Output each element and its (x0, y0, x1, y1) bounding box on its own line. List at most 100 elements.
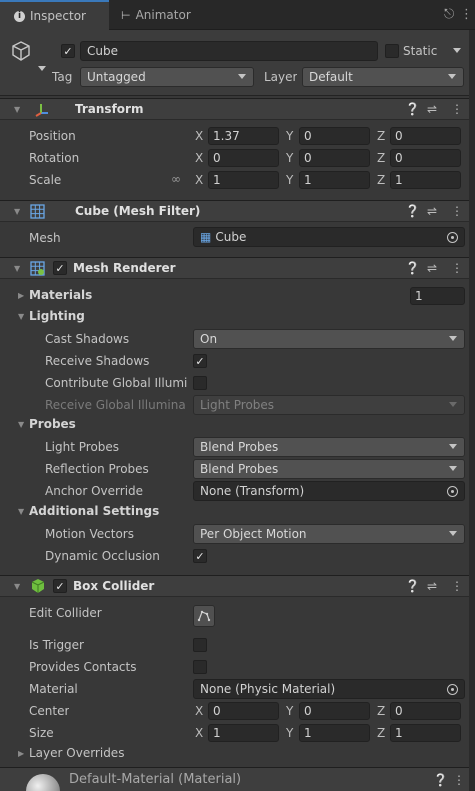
help-icon[interactable]: ❔ (405, 579, 420, 593)
tab-inspector[interactable]: i Inspector (0, 0, 109, 30)
rotation-x-field[interactable]: 0 (208, 149, 279, 167)
mesh-row: Mesh ▦ Cube (0, 227, 475, 249)
cast-shadows-dropdown[interactable]: On (193, 329, 465, 349)
help-icon[interactable]: ❔ (405, 204, 420, 218)
tag-dropdown[interactable]: Untagged (80, 67, 254, 87)
axis-x-label[interactable]: X (195, 151, 203, 165)
axis-z-label[interactable]: Z (377, 704, 385, 718)
axis-x-label[interactable]: X (195, 129, 203, 143)
static-dropdown-caret[interactable] (453, 48, 461, 53)
icon-dropdown-caret[interactable] (38, 66, 46, 71)
probes-row[interactable]: ▼ Probes (0, 415, 475, 435)
size-y-field[interactable]: 1 (299, 724, 370, 742)
probes-label: Probes (29, 417, 76, 431)
gameobject-name-field[interactable]: Cube (80, 41, 378, 61)
material-header[interactable]: Default-Material (Material) ❔ ⋮ (0, 767, 475, 791)
transform-header[interactable]: ▼ Transform ❔ ⇌ ⋮ (0, 98, 475, 120)
kebab-menu-icon[interactable]: ⋮ (451, 102, 463, 116)
additional-settings-row[interactable]: ▼ Additional Settings (0, 502, 475, 522)
axis-y-label[interactable]: Y (286, 151, 293, 165)
receive-shadows-toggle[interactable]: ✓ (193, 354, 207, 368)
mesh-renderer-header[interactable]: ▼ ✓ Mesh Renderer ❔ ⇌ ⋮ (0, 257, 475, 279)
kebab-menu-icon[interactable]: ⋮ (453, 773, 465, 787)
foldout-arrow-icon[interactable]: ▼ (14, 105, 20, 114)
scale-x-field[interactable]: 1 (208, 171, 279, 189)
help-icon[interactable]: ❔ (405, 102, 420, 116)
foldout-arrow-icon[interactable]: ▼ (14, 207, 20, 216)
lock-icon[interactable]: ⎋ (444, 7, 454, 22)
scale-y-field[interactable]: 1 (299, 171, 370, 189)
kebab-menu-icon[interactable]: ⋮ (460, 7, 473, 22)
axis-y-label[interactable]: Y (286, 173, 293, 187)
provides-contacts-toggle[interactable] (193, 660, 207, 674)
center-x-field[interactable]: 0 (208, 702, 279, 720)
help-icon[interactable]: ❔ (433, 773, 448, 787)
scale-z-field[interactable]: 1 (390, 171, 461, 189)
dynamic-occlusion-toggle[interactable]: ✓ (193, 549, 207, 563)
axis-x-label[interactable]: X (195, 173, 203, 187)
size-x-field[interactable]: 1 (208, 724, 279, 742)
size-z-field[interactable]: 1 (390, 724, 461, 742)
contribute-gi-toggle[interactable] (193, 376, 207, 390)
center-z-field[interactable]: 0 (390, 702, 461, 720)
light-probes-dropdown[interactable]: Blend Probes (193, 437, 465, 457)
mesh-renderer-enabled-toggle[interactable]: ✓ (53, 261, 67, 275)
mesh-filter-title: Cube (Mesh Filter) (75, 204, 201, 218)
scrollbar[interactable] (469, 30, 475, 791)
axis-y-label[interactable]: Y (286, 704, 293, 718)
position-x-field[interactable]: 1.37 (208, 127, 279, 145)
layer-dropdown[interactable]: Default (302, 67, 464, 87)
anchor-override-field[interactable]: None (Transform) (193, 481, 465, 501)
rotation-z-field[interactable]: 0 (390, 149, 461, 167)
static-toggle[interactable] (385, 44, 399, 58)
axis-z-label[interactable]: Z (377, 726, 385, 740)
position-z-field[interactable]: 0 (390, 127, 461, 145)
object-picker-icon[interactable] (447, 684, 458, 695)
foldout-arrow-icon[interactable]: ▼ (18, 507, 24, 516)
rotation-y-field[interactable]: 0 (299, 149, 370, 167)
foldout-arrow-icon[interactable]: ▼ (18, 420, 24, 429)
object-picker-icon[interactable] (447, 486, 458, 497)
edit-collider-label: Edit Collider (29, 606, 102, 620)
center-y-field[interactable]: 0 (299, 702, 370, 720)
active-toggle[interactable]: ✓ (61, 44, 75, 58)
axis-z-label[interactable]: Z (377, 173, 385, 187)
motion-vectors-dropdown[interactable]: Per Object Motion (193, 524, 465, 544)
box-collider-enabled-toggle[interactable]: ✓ (53, 579, 67, 593)
box-collider-header[interactable]: ▼ ✓ Box Collider ❔ ⇌ ⋮ (0, 575, 475, 597)
axis-y-label[interactable]: Y (286, 726, 293, 740)
presets-icon[interactable]: ⇌ (427, 579, 437, 593)
constrain-proportions-icon[interactable]: ∞ (171, 172, 181, 186)
presets-icon[interactable]: ⇌ (427, 261, 437, 275)
axis-x-label[interactable]: X (195, 704, 203, 718)
lighting-row[interactable]: ▼ Lighting (0, 307, 475, 327)
help-icon[interactable]: ❔ (405, 261, 420, 275)
tab-animator[interactable]: ⊢ Animator (113, 0, 223, 30)
mesh-object-field[interactable]: ▦ Cube (193, 227, 465, 247)
foldout-arrow-icon[interactable]: ▼ (18, 312, 24, 321)
edit-collider-button[interactable] (193, 605, 215, 627)
kebab-menu-icon[interactable]: ⋮ (451, 204, 463, 218)
foldout-right-arrow-icon[interactable]: ▶ (18, 291, 24, 300)
foldout-arrow-icon[interactable]: ▼ (14, 582, 20, 591)
collider-material-field[interactable]: None (Physic Material) (193, 679, 465, 699)
axis-z-label[interactable]: Z (377, 129, 385, 143)
materials-count-field[interactable]: 1 (410, 287, 465, 305)
kebab-menu-icon[interactable]: ⋮ (451, 261, 463, 275)
presets-icon[interactable]: ⇌ (427, 102, 437, 116)
axis-x-label[interactable]: X (195, 726, 203, 740)
is-trigger-toggle[interactable] (193, 638, 207, 652)
chevron-down-icon (238, 74, 246, 79)
object-picker-icon[interactable] (447, 232, 458, 243)
reflection-probes-dropdown[interactable]: Blend Probes (193, 459, 465, 479)
materials-row[interactable]: ▶ Materials 1 (0, 285, 475, 307)
foldout-right-arrow-icon[interactable]: ▶ (18, 749, 24, 758)
kebab-menu-icon[interactable]: ⋮ (451, 579, 463, 593)
position-y-field[interactable]: 0 (299, 127, 370, 145)
axis-z-label[interactable]: Z (377, 151, 385, 165)
presets-icon[interactable]: ⇌ (427, 204, 437, 218)
foldout-arrow-icon[interactable]: ▼ (14, 264, 20, 273)
layer-overrides-row[interactable]: ▶ Layer Overrides (0, 744, 475, 764)
axis-y-label[interactable]: Y (286, 129, 293, 143)
mesh-filter-header[interactable]: ▼ Cube (Mesh Filter) ❔ ⇌ ⋮ (0, 200, 475, 222)
